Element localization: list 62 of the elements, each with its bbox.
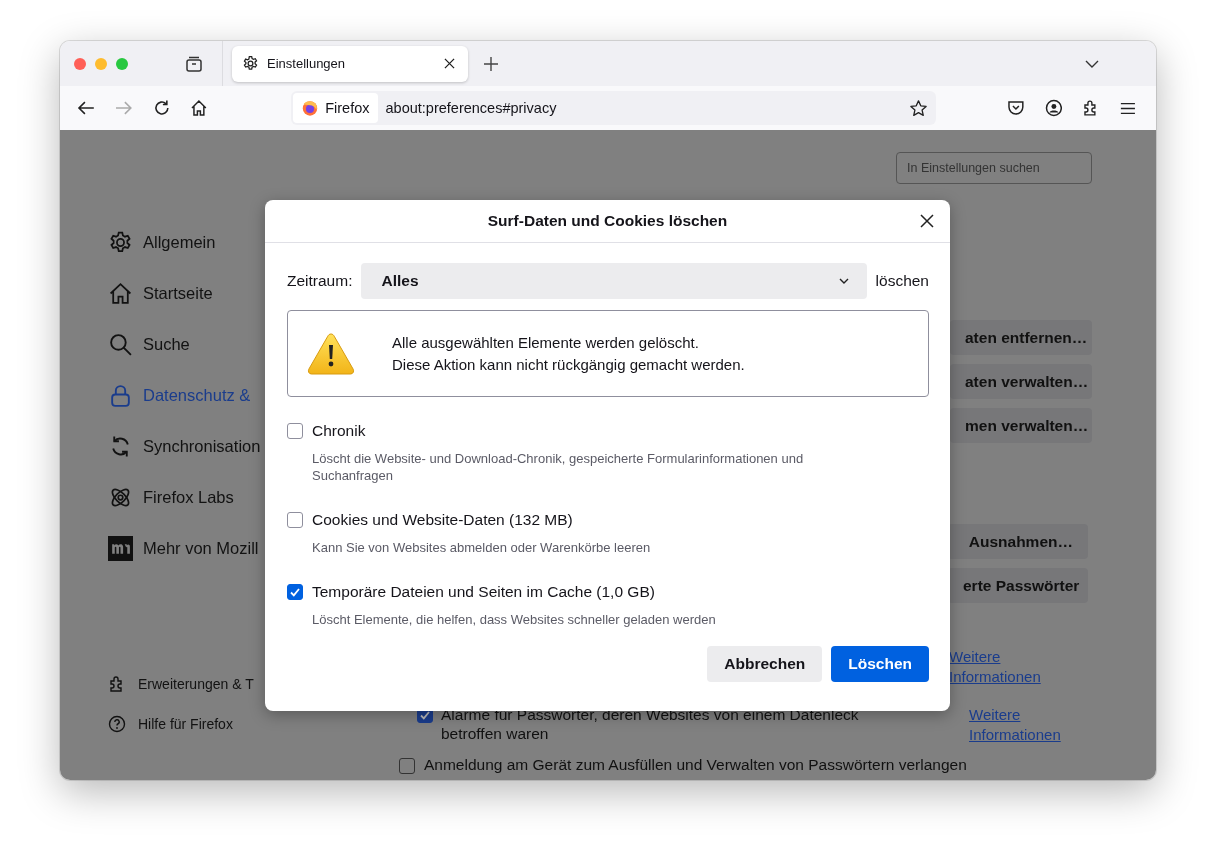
option-description: Löscht die Website- und Download-Chronik, gespeicherte Formularinformationen und Suchanfragen: [312, 450, 805, 484]
more-info-link[interactable]: Weitere Informationen: [969, 705, 1089, 745]
time-range-dropdown[interactable]: Alles: [361, 263, 867, 299]
chevron-down-icon[interactable]: [1085, 59, 1099, 68]
sidebar-item[interactable]: Mehr von Mozill: [108, 523, 265, 574]
star-icon[interactable]: [908, 98, 928, 118]
checkbox-label: Chronik: [312, 422, 366, 440]
home-icon: [108, 281, 133, 306]
checkbox-label: Cookies und Website-Daten (132 MB): [312, 511, 573, 529]
option-description: Löscht Elemente, die helfen, dass Websites schneller geladen werden: [312, 611, 717, 628]
search-field[interactable]: In Einstellungen suchen: [896, 152, 1092, 184]
sidebar-item[interactable]: Suche: [108, 319, 265, 370]
home-icon[interactable]: [190, 99, 209, 117]
sidebar-item[interactable]: Datenschutz &: [108, 370, 265, 421]
sidebar-link[interactable]: Hilfe für Firefox: [108, 704, 265, 744]
checkbox[interactable]: [399, 758, 415, 774]
menu-icon[interactable]: [1120, 101, 1136, 115]
sidebar-item[interactable]: Firefox Labs: [108, 472, 265, 523]
cancel-button[interactable]: Abbrechen: [707, 646, 823, 682]
more-info-link[interactable]: Weitere Informationen: [949, 647, 1069, 687]
checkbox[interactable]: [287, 584, 303, 600]
close-window-icon[interactable]: [74, 57, 86, 70]
search-icon: [108, 332, 133, 357]
sidebar-item[interactable]: Allgemein: [108, 217, 265, 268]
gear-icon: [242, 55, 259, 72]
new-tab-icon[interactable]: [484, 56, 498, 71]
url-text: about:preferences#privacy: [385, 100, 557, 116]
settings-button[interactable]: men verwalten…: [950, 408, 1092, 443]
help-icon: [108, 715, 126, 733]
checkbox[interactable]: [287, 512, 303, 528]
dialog-title: Surf-Daten und Cookies löschen: [487, 212, 728, 230]
back-arrow-icon[interactable]: [77, 100, 95, 116]
lock-icon: [108, 383, 133, 408]
delete-button[interactable]: Löschen: [831, 646, 929, 682]
settings-button[interactable]: Ausnahmen…: [948, 524, 1088, 559]
close-icon[interactable]: [444, 58, 455, 69]
settings-button[interactable]: erte Passwörter: [948, 568, 1088, 603]
checkbox[interactable]: [287, 423, 303, 439]
fox-globe-icon: [301, 99, 320, 117]
warning-icon: [307, 331, 355, 376]
range-action-label: löschen: [875, 272, 929, 290]
site-identity[interactable]: Firefox: [293, 93, 378, 123]
warning-text: Diese Aktion kann nicht rückgängig gemacht werden.: [392, 356, 745, 373]
settings-button[interactable]: aten verwalten…: [950, 364, 1092, 399]
reload-icon[interactable]: [152, 99, 171, 117]
gear-icon: [108, 230, 133, 255]
option-description: Kann Sie von Websites abmelden oder Warenkörbe leeren: [312, 539, 652, 556]
warning-text: Alle ausgewählten Elemente werden gelöscht.: [392, 334, 700, 351]
pocket-icon[interactable]: [1006, 99, 1025, 117]
account-icon[interactable]: [1044, 99, 1063, 117]
sidebar-item[interactable]: Synchronisation: [108, 421, 265, 472]
browser-tab[interactable]: Einstellungen: [232, 45, 468, 82]
address-bar[interactable]: Firefox about:preferences#privacy: [291, 91, 936, 125]
caret-icon: [838, 278, 849, 284]
checkbox-label: Anmeldung am Gerät zum Ausfüllen und Verwalten von Passwörtern verlangen: [424, 756, 967, 774]
mozilla-logo-icon: [108, 536, 133, 561]
settings-button[interactable]: aten entfernen…: [950, 320, 1092, 355]
sidebar-item[interactable]: Startseite: [108, 268, 265, 319]
checkbox-label: Temporäre Dateien und Seiten im Cache (1,0 GB): [312, 583, 655, 601]
range-label: Zeitraum:: [287, 272, 353, 290]
sidebar-link[interactable]: Erweiterungen & T: [108, 664, 265, 704]
close-icon[interactable]: [920, 214, 934, 228]
